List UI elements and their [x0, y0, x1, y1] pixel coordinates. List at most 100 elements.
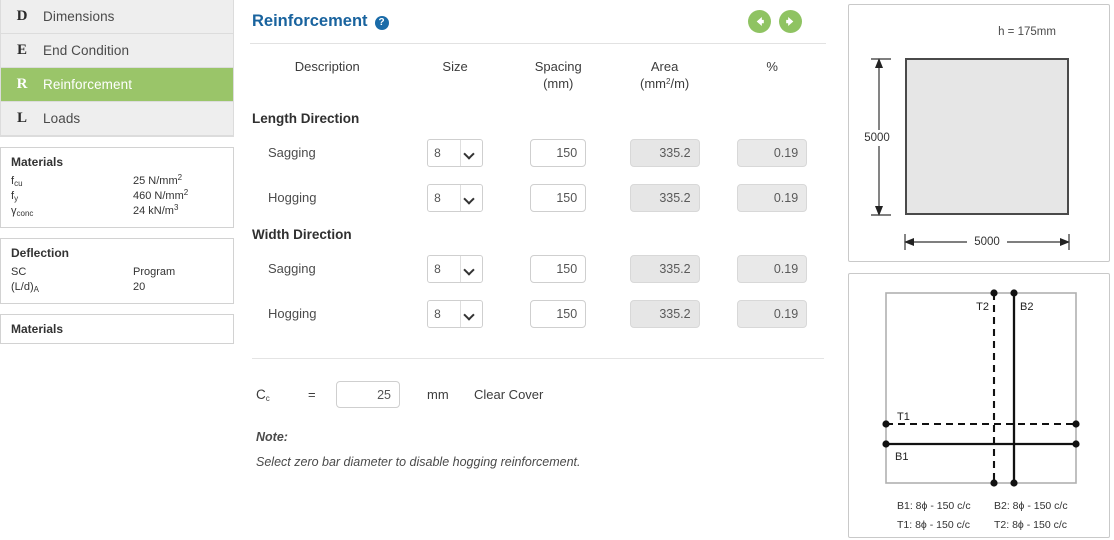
size-select-wrap: 0681012162025: [427, 138, 484, 167]
material-row-fy: fy 460 N/mm2: [11, 188, 223, 204]
area-output-width-sagging: [629, 254, 700, 283]
note-block: Note: Select zero bar diameter to disabl…: [250, 430, 826, 469]
diagram-column: h = 175mm 5000 5000 5000: [844, 0, 1114, 540]
row-spacing-cell: [506, 175, 611, 220]
row-percent-cell: [718, 130, 826, 175]
spacing-input-width-hogging[interactable]: [530, 299, 587, 328]
clear-cover-unit: mm: [427, 387, 449, 402]
bar-size-select-length-hogging[interactable]: 0681012162025: [427, 183, 484, 212]
column-header-size: Size: [442, 59, 468, 74]
material-symbol: fy: [11, 190, 19, 203]
deflection-label: SC: [11, 266, 27, 278]
rebar-legend-b1: B1: 8ϕ - 150 c/c: [897, 500, 971, 512]
material-value: 25 N/mm2: [133, 173, 183, 187]
materials-panel-secondary: Materials: [0, 314, 234, 344]
sidebar-item-key: D: [16, 8, 28, 24]
bar-size-select-width-hogging[interactable]: 0681012162025: [427, 299, 484, 328]
question-mark-icon[interactable]: ?: [374, 15, 389, 30]
sidebar-item-label: End Condition: [43, 43, 130, 58]
previous-arrow-icon[interactable]: [748, 10, 771, 33]
material-row-gamma-conc: γconc 24 kN/m3: [11, 203, 223, 219]
material-symbol: γconc: [11, 205, 34, 218]
material-value: 460 N/mm2: [133, 188, 189, 202]
bar-size-select-length-sagging[interactable]: 0681012162025: [427, 138, 484, 167]
main-header: Reinforcement ?: [250, 0, 826, 44]
bar-size-select-width-sagging[interactable]: 0681012162025: [427, 254, 484, 283]
section-divider: [252, 358, 824, 359]
group-label: Width Direction: [252, 226, 352, 242]
group-label: Length Direction: [252, 110, 360, 126]
material-symbol: fcu: [11, 175, 23, 188]
horizontal-dimension-value: 5000: [974, 236, 1000, 248]
spacing-input-length-hogging[interactable]: [530, 183, 587, 212]
rebar-legend-b2: B2: 8ϕ - 150 c/c: [994, 500, 1068, 512]
bar-label-t2: T2: [976, 301, 989, 313]
size-select-wrap: 0681012162025: [427, 254, 484, 283]
bar-node-t1-right: [1072, 420, 1080, 428]
row-size-cell: 0681012162025: [405, 175, 506, 220]
sidebar-item-end-condition[interactable]: E End Condition: [1, 34, 233, 68]
materials-panel: Materials fcu 25 N/mm2 fy 460 N/mm2 γcon…: [0, 147, 234, 228]
row-percent-cell: [718, 175, 826, 220]
sidebar-item-key: L: [16, 110, 27, 126]
sidebar-item-label: Reinforcement: [43, 77, 133, 92]
row-spacing-cell: [506, 291, 611, 336]
main-content: Reinforcement ? Description Size Spacing…: [234, 0, 844, 540]
area-output-width-hogging: [629, 299, 700, 328]
row-area-cell: [611, 130, 719, 175]
clear-cover-input[interactable]: [336, 381, 400, 408]
deflection-label: (L/d)A: [11, 281, 39, 294]
row-description: Hogging: [268, 190, 317, 205]
table-row: Sagging 0681012162025: [250, 130, 826, 175]
row-size-cell: 0681012162025: [405, 246, 506, 291]
deflection-value: Program: [133, 266, 176, 278]
deflection-row-sc: SC Program: [11, 265, 223, 280]
table-row: Sagging 0681012162025: [250, 246, 826, 291]
slab-thickness-label: h = 175mm: [998, 26, 1056, 38]
row-description: Hogging: [268, 306, 317, 321]
bar-node-b2-bottom: [1010, 479, 1018, 487]
slab-rectangle: [905, 58, 1069, 215]
spacing-input-length-sagging[interactable]: [530, 138, 587, 167]
sidebar: D Dimensions E End Condition R Reinforce…: [0, 0, 234, 540]
reinforcement-page: D Dimensions E End Condition R Reinforce…: [0, 0, 1114, 540]
rebar-layout-diagram: T2 B2 T1 B1 B1: 8ϕ - 150 c/c B2: 8ϕ - 15…: [848, 273, 1110, 538]
spacing-input-width-sagging[interactable]: [530, 254, 587, 283]
percent-output-length-sagging: [737, 138, 808, 167]
sidebar-item-key: E: [16, 42, 27, 58]
row-spacing-cell: [506, 130, 611, 175]
note-text: Select zero bar diameter to disable hogg…: [256, 455, 581, 469]
percent-output-length-hogging: [737, 183, 808, 212]
row-percent-cell: [718, 246, 826, 291]
row-spacing-cell: [506, 246, 611, 291]
table-row: Hogging 0681012162025: [250, 175, 826, 220]
row-description: Sagging: [268, 145, 316, 160]
slab-plan-svg: h = 175mm 5000 5000 5000: [861, 26, 1070, 250]
table-body: Length Direction Sagging 0681012162025: [250, 104, 826, 336]
bar-label-b2: B2: [1020, 301, 1033, 313]
deflection-value: 20: [133, 281, 146, 293]
sidebar-item-loads[interactable]: L Loads: [1, 102, 233, 136]
rebar-layout-svg: T2 B2 T1 B1 B1: 8ϕ - 150 c/c B2: 8ϕ - 15…: [882, 289, 1080, 531]
row-size-cell: 0681012162025: [405, 291, 506, 336]
materials-panel-secondary-title: Materials: [11, 322, 64, 336]
percent-output-width-sagging: [737, 254, 808, 283]
rebar-legend-t1: T1: 8ϕ - 150 c/c: [897, 519, 970, 531]
group-header-width-direction: Width Direction: [250, 220, 826, 246]
deflection-panel: Deflection SC Program (L/d)A 20: [0, 238, 234, 304]
bar-node-b2-top: [1010, 289, 1018, 297]
note-heading: Note:: [256, 430, 288, 444]
sidebar-item-dimensions[interactable]: D Dimensions: [1, 0, 233, 34]
bar-node-t1-left: [882, 420, 890, 428]
column-header-spacing: Spacing (mm): [534, 59, 582, 91]
bar-node-b1-right: [1072, 440, 1080, 448]
clear-cover-caption: Clear Cover: [474, 387, 544, 402]
sidebar-item-reinforcement[interactable]: R Reinforcement: [1, 68, 233, 102]
next-arrow-icon[interactable]: [779, 10, 802, 33]
slab-plan-diagram: h = 175mm 5000 5000 5000: [848, 4, 1110, 262]
vertical-dimension-value: 5000: [864, 132, 890, 144]
area-output-length-sagging: [629, 138, 700, 167]
percent-output-width-hogging: [737, 299, 808, 328]
sidebar-item-key: R: [16, 76, 28, 92]
bar-label-b1: B1: [895, 451, 908, 463]
